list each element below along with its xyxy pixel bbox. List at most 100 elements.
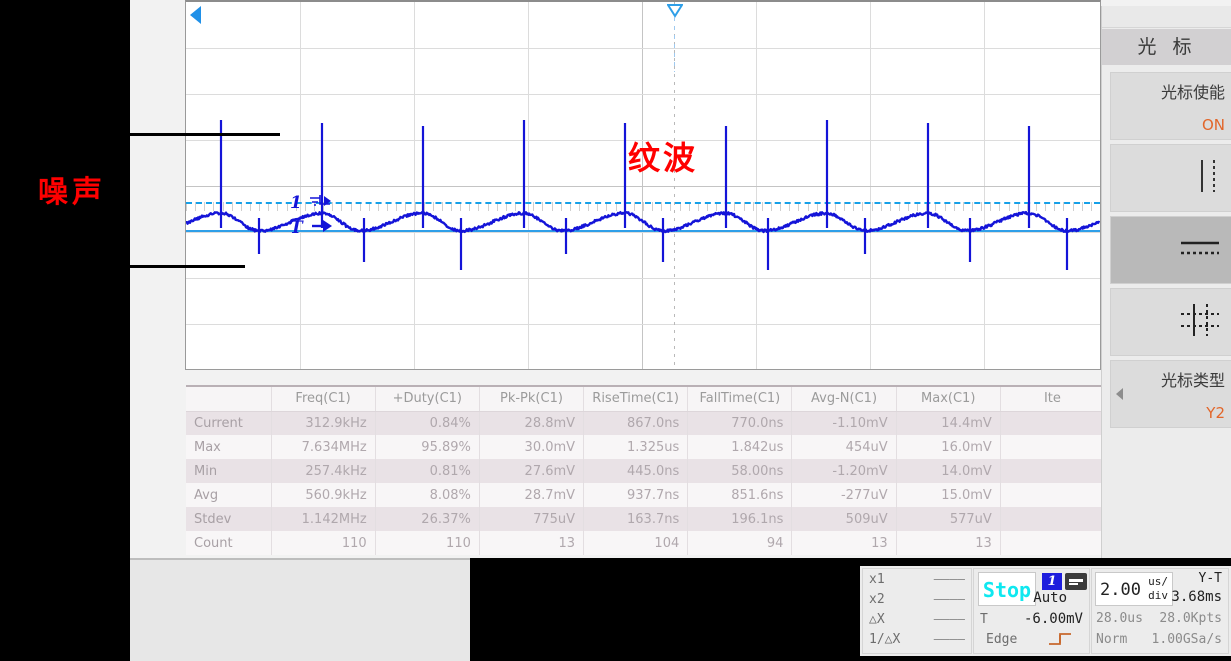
table-cell: 560.9kHz	[271, 483, 375, 507]
trigger-marker-label: T	[290, 218, 303, 238]
cursor-x1-label: x1	[869, 572, 885, 587]
horizontal-cursor-icon	[1177, 233, 1223, 267]
timebase-section[interactable]: 2.00 us/ div Y-T 3.68ms 28.0us 28.0Kpts …	[1091, 568, 1229, 654]
status-bar-right-panel: x1 ———— x2 ———— △X ———— 1/△X ———— Stop 1…	[860, 566, 1231, 656]
trigger-source-badge[interactable]: 1	[1042, 573, 1062, 590]
table-row[interactable]: Count11011013104941313	[186, 531, 1105, 555]
table-cell: 28.7mV	[479, 483, 583, 507]
trigger-type[interactable]: Edge	[986, 632, 1017, 647]
run-state-box[interactable]: Stop	[978, 572, 1036, 606]
table-cell	[1000, 483, 1104, 507]
table-cell: 1.325us	[584, 435, 688, 459]
noise-annotation-label: 噪声	[16, 178, 128, 208]
trigger-level-marker[interactable]: T	[290, 218, 333, 239]
ripple-annotation-label: 纹波	[628, 142, 698, 174]
trigger-section[interactable]: Stop 1 Auto T -6.00mV Edge	[973, 568, 1090, 654]
status-bar-left-panel	[130, 558, 470, 661]
menu-item-vertical-cursor[interactable]	[1110, 144, 1231, 212]
trigger-mode[interactable]: Auto	[1033, 590, 1067, 606]
trigger-coupling-icon	[1065, 573, 1087, 590]
table-cell: 445.0ns	[584, 459, 688, 483]
status-bar: ZLG® 1 10.0mV/div -3.40mV Y1 2.00mV Y2 -…	[0, 558, 1231, 661]
menu-item-value: ON	[1202, 116, 1225, 134]
table-cell: 13	[896, 531, 1000, 555]
table-cell: 454uV	[792, 435, 896, 459]
table-cell: 14.0mV	[896, 459, 1000, 483]
table-cell: 14.4mV	[896, 411, 1000, 435]
table-cell: 851.6ns	[688, 483, 792, 507]
menu-item-cross-cursor[interactable]	[1110, 288, 1231, 356]
timebase-mode: Y-T	[1199, 571, 1222, 586]
cursor-x-readout[interactable]: x1 ———— x2 ———— △X ———— 1/△X ————	[862, 568, 972, 654]
noise-bracket-top	[130, 133, 280, 136]
table-cell: 7.634MHz	[271, 435, 375, 459]
table-header-cell[interactable]: FallTime(C1)	[688, 387, 792, 411]
side-menu-title: 光 标	[1102, 29, 1231, 65]
channel1-marker-label: 1	[290, 193, 302, 213]
waveform-plot[interactable]	[185, 0, 1101, 370]
table-cell: 13	[479, 531, 583, 555]
cursor-dx-value: ————	[934, 612, 965, 627]
table-cell: 0.81%	[375, 459, 479, 483]
table-row[interactable]: Current312.9kHz0.84%28.8mV867.0ns770.0ns…	[186, 411, 1105, 435]
table-cell: 163.7ns	[584, 507, 688, 531]
timebase-unit-top: us/	[1148, 575, 1168, 588]
table-row-label: Avg	[186, 483, 271, 507]
table-cell: 867.0ns	[584, 411, 688, 435]
menu-item-label: 光标使能	[1161, 79, 1225, 103]
table-header-cell[interactable]: Avg-N(C1)	[792, 387, 896, 411]
table-cell: 104	[584, 531, 688, 555]
measurement-table[interactable]: Freq(C1)+Duty(C1)Pk-Pk(C1)RiseTime(C1)Fa…	[186, 385, 1105, 533]
acquisition-mode: Norm	[1096, 632, 1127, 647]
table-row[interactable]: Stdev1.142MHz26.37%775uV163.7ns196.1ns50…	[186, 507, 1105, 531]
cursor-x2-value: ————	[934, 592, 965, 607]
timebase-scale-box[interactable]: 2.00 us/ div	[1095, 572, 1173, 606]
table-header-cell[interactable]: Max(C1)	[896, 387, 1000, 411]
table-row[interactable]: Min257.4kHz0.81%27.6mV445.0ns58.00ns-1.2…	[186, 459, 1105, 483]
table-cell: 257.4kHz	[271, 459, 375, 483]
waveform-plot-inner	[186, 2, 1100, 369]
table-row-label: Count	[186, 531, 271, 555]
table-cell: 1.142MHz	[271, 507, 375, 531]
table-row[interactable]: Avg560.9kHz8.08%28.7mV937.7ns851.6ns-277…	[186, 483, 1105, 507]
menu-item-horizontal-cursor[interactable]	[1110, 216, 1231, 284]
cursor-x1-value: ————	[934, 572, 965, 587]
menu-item-cursor-type[interactable]: 光标类型 Y2	[1110, 360, 1231, 428]
table-row-label: Min	[186, 459, 271, 483]
run-state-label: Stop	[979, 573, 1035, 607]
timebase-unit-bottom: div	[1148, 589, 1168, 602]
table-cell: 28.8mV	[479, 411, 583, 435]
table-header-cell[interactable]: +Duty(C1)	[375, 387, 479, 411]
table-header-cell[interactable]: Freq(C1)	[271, 387, 375, 411]
left-annotation-gutter: 噪声	[0, 0, 130, 558]
table-cell: -277uV	[792, 483, 896, 507]
table-row-label: Current	[186, 411, 271, 435]
trigger-arrow-icon	[309, 218, 333, 239]
table-row[interactable]: Max7.634MHz95.89%30.0mV1.325us1.842us454…	[186, 435, 1105, 459]
table-row-label: Stdev	[186, 507, 271, 531]
cursor-x2-label: x2	[869, 592, 885, 607]
side-menu-panel: 光 标 光标使能 ON	[1101, 6, 1231, 562]
table-cell	[1000, 435, 1104, 459]
table-cell: 312.9kHz	[271, 411, 375, 435]
cross-cursor-icon	[1177, 300, 1223, 344]
channel1-ground-marker[interactable]: 1	[290, 192, 332, 215]
table-cell: -1.20mV	[792, 459, 896, 483]
table-header-cell[interactable]: Ite	[1000, 387, 1104, 411]
table-cell: 1.842us	[688, 435, 792, 459]
table-cell: 15.0mV	[896, 483, 1000, 507]
vertical-cursor-icon	[1193, 156, 1223, 200]
table-cell	[1000, 531, 1104, 555]
table-cell: 8.08%	[375, 483, 479, 507]
menu-item-cursor-enable[interactable]: 光标使能 ON	[1110, 72, 1231, 140]
table-cell: 110	[271, 531, 375, 555]
chevron-left-icon	[1116, 388, 1123, 400]
oscilloscope-screen: 噪声	[0, 0, 1231, 661]
noise-bracket-bottom	[130, 265, 245, 268]
table-cell: 775uV	[479, 507, 583, 531]
table-cell: 27.6mV	[479, 459, 583, 483]
cursor-invdx-value: ————	[934, 632, 965, 647]
table-header-cell[interactable]: RiseTime(C1)	[584, 387, 688, 411]
table-header-cell[interactable]: Pk-Pk(C1)	[479, 387, 583, 411]
table-cell: 58.00ns	[688, 459, 792, 483]
